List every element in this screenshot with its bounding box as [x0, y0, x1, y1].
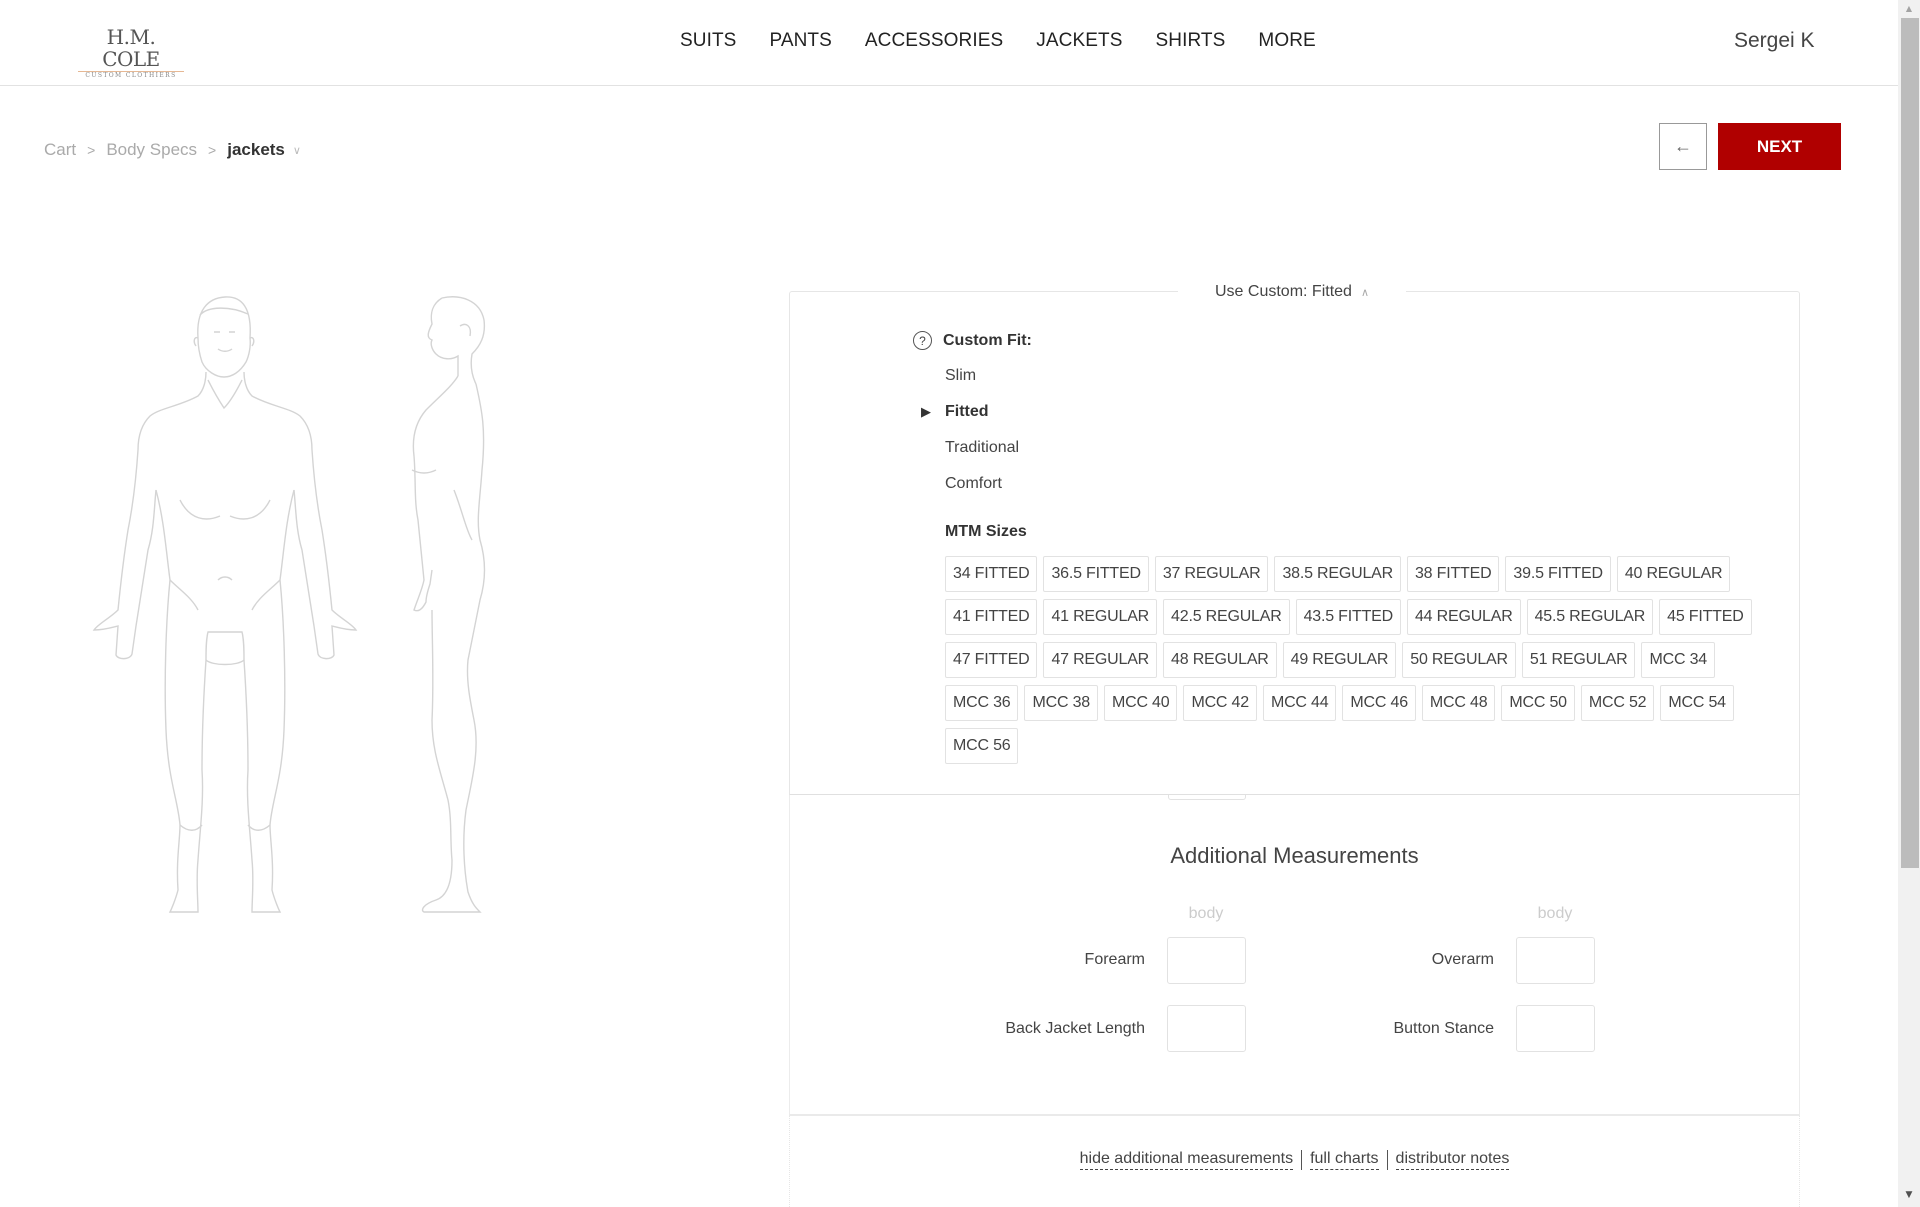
side-body-figure	[411, 296, 486, 913]
logo-sub-text: CUSTOM CLOTHIERS	[85, 72, 177, 79]
logo-main-text: H.M. COLE	[78, 26, 184, 72]
brand-logo[interactable]: H.M. COLE CUSTOM CLOTHIERS	[78, 26, 184, 80]
size-chip[interactable]: 41 FITTED	[945, 599, 1038, 635]
custom-fit-heading: ? Custom Fit:	[913, 331, 1032, 350]
user-menu[interactable]: Sergei K	[1734, 29, 1815, 53]
link-divider	[1301, 1150, 1303, 1170]
size-chip[interactable]: 50 REGULAR	[1402, 642, 1516, 678]
size-chip[interactable]: 44 REGULAR	[1406, 599, 1521, 635]
breadcrumb: Cart > Body Specs > jackets ∨	[44, 140, 301, 160]
footer-links: hide additional measurements full charts…	[789, 1150, 1800, 1170]
fit-option-fitted[interactable]: Fitted	[945, 403, 989, 421]
breadcrumb-cart[interactable]: Cart	[44, 140, 76, 160]
size-chip[interactable]: 39.5 FITTED	[1505, 556, 1611, 592]
page-scrollbar[interactable]: ▲ ▼	[1898, 0, 1920, 1207]
size-chip[interactable]: 34 FITTED	[945, 556, 1038, 592]
chevron-up-icon: ∧	[1360, 286, 1369, 299]
use-custom-toggle[interactable]: Use Custom: Fitted ∧	[1178, 280, 1406, 304]
size-chip[interactable]: MCC 36	[945, 685, 1019, 721]
front-body-figure	[92, 296, 358, 913]
size-chip[interactable]: 45 FITTED	[1659, 599, 1752, 635]
body-column-header: body	[1188, 905, 1224, 922]
size-chip[interactable]: 49 REGULAR	[1282, 642, 1397, 678]
nav-jackets[interactable]: JACKETS	[1036, 30, 1122, 52]
size-chip[interactable]: 47 REGULAR	[1043, 642, 1158, 678]
back-jacket-length-label: Back Jacket Length	[1005, 1020, 1145, 1037]
nav-shirts[interactable]: SHIRTS	[1155, 30, 1225, 52]
size-chip[interactable]: MCC 48	[1421, 685, 1496, 721]
main-nav: SUITS PANTS ACCESSORIES JACKETS SHIRTS M…	[680, 30, 1349, 52]
size-chip[interactable]: MCC 46	[1342, 685, 1416, 721]
nav-pants[interactable]: PANTS	[769, 30, 831, 52]
size-chip[interactable]: MCC 44	[1262, 685, 1337, 721]
button-stance-label: Button Stance	[1393, 1020, 1494, 1037]
size-chip[interactable]: 40 REGULAR	[1616, 556, 1731, 592]
use-custom-label: Use Custom: Fitted	[1215, 283, 1352, 300]
size-chip[interactable]: MCC 42	[1183, 685, 1257, 721]
back-button[interactable]: ←	[1659, 123, 1707, 170]
size-chip[interactable]: 45.5 REGULAR	[1526, 599, 1654, 635]
fit-option-traditional[interactable]: Traditional	[945, 439, 1019, 457]
scroll-down-icon[interactable]: ▼	[1898, 1187, 1920, 1203]
breadcrumb-body-specs[interactable]: Body Specs	[106, 140, 197, 160]
distributor-notes-link[interactable]: distributor notes	[1395, 1150, 1510, 1170]
nav-more[interactable]: MORE	[1258, 30, 1315, 52]
back-jacket-length-input[interactable]	[1167, 1005, 1246, 1052]
size-chip[interactable]: MCC 34	[1641, 642, 1715, 678]
additional-measurements-title: Additional Measurements	[1170, 843, 1419, 868]
size-chip[interactable]: 41 REGULAR	[1043, 599, 1158, 635]
breadcrumb-separator-icon: >	[208, 142, 217, 158]
button-stance-input[interactable]	[1516, 1005, 1595, 1052]
body-diagram	[92, 296, 486, 913]
nav-accessories[interactable]: ACCESSORIES	[865, 30, 1003, 52]
size-chip[interactable]: 51 REGULAR	[1521, 642, 1636, 678]
forearm-label: Forearm	[1084, 951, 1145, 968]
hide-additional-measurements-link[interactable]: hide additional measurements	[1079, 1150, 1294, 1170]
size-chip[interactable]: MCC 40	[1103, 685, 1178, 721]
breadcrumb-separator-icon: >	[87, 142, 96, 158]
fit-option-comfort[interactable]: Comfort	[945, 475, 1002, 493]
link-divider	[1386, 1150, 1388, 1170]
custom-fit-label: Custom Fit:	[943, 331, 1032, 349]
forearm-input[interactable]	[1167, 937, 1246, 984]
body-column-header: body	[1537, 905, 1573, 922]
size-chip[interactable]: MCC 56	[945, 728, 1019, 764]
mtm-sizes-label: MTM Sizes	[945, 523, 1027, 540]
nav-suits[interactable]: SUITS	[680, 30, 736, 52]
size-chip[interactable]: 38.5 REGULAR	[1274, 556, 1401, 592]
size-chip[interactable]: 48 REGULAR	[1163, 642, 1277, 678]
size-chip[interactable]: MCC 54	[1660, 685, 1734, 721]
chevron-down-icon[interactable]: ∨	[293, 144, 301, 157]
breadcrumb-current[interactable]: jackets	[227, 140, 285, 160]
size-chip[interactable]: MCC 52	[1580, 685, 1655, 721]
size-chip[interactable]: MCC 38	[1024, 685, 1098, 721]
fit-option-slim[interactable]: Slim	[945, 367, 976, 385]
selected-arrow-icon: ▶	[921, 405, 931, 420]
size-chip[interactable]: MCC 50	[1501, 685, 1575, 721]
next-button[interactable]: NEXT	[1718, 123, 1841, 170]
scroll-thumb[interactable]	[1901, 18, 1919, 868]
size-chip[interactable]: 36.5 FITTED	[1043, 556, 1149, 592]
size-chip[interactable]: 38 FITTED	[1406, 556, 1500, 592]
size-chip[interactable]: 42.5 REGULAR	[1163, 599, 1290, 635]
overarm-input[interactable]	[1516, 937, 1595, 984]
top-header: H.M. COLE CUSTOM CLOTHIERS SUITS PANTS A…	[0, 0, 1898, 86]
help-icon[interactable]: ?	[913, 331, 932, 350]
scroll-up-icon[interactable]: ▲	[1898, 0, 1920, 16]
size-chip[interactable]: 47 FITTED	[945, 642, 1038, 678]
size-chip[interactable]: 43.5 FITTED	[1295, 599, 1401, 635]
size-chip[interactable]: 37 REGULAR	[1154, 556, 1269, 592]
full-charts-link[interactable]: full charts	[1310, 1150, 1379, 1170]
mtm-size-list: 34 FITTED 36.5 FITTED 37 REGULAR 38.5 REGUL…	[945, 556, 1785, 771]
overarm-label: Overarm	[1431, 951, 1494, 968]
